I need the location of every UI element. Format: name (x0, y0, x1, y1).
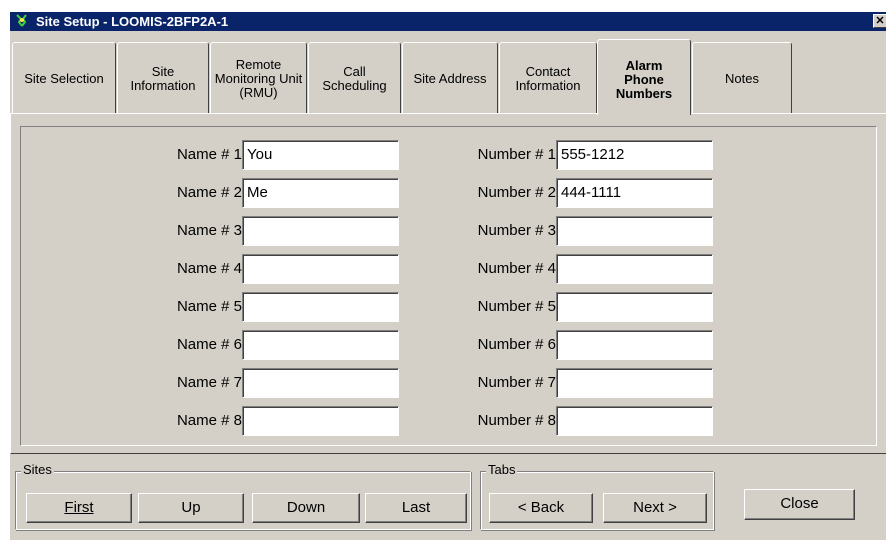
name-field-5[interactable] (242, 292, 399, 322)
phone-numbers-panel: Name # 1 You Number # 1 555-1212 Name # … (20, 126, 877, 446)
tab-remote-monitoring-unit[interactable]: Remote Monitoring Unit (RMU) (210, 42, 307, 114)
title-bar[interactable]: Site Setup - LOOMIS-2BFP2A-1 ✕ (10, 12, 886, 31)
tabs-group-legend: Tabs (486, 462, 518, 477)
sites-group-legend: Sites (21, 462, 54, 477)
name-label-6: Name # 6 (176, 336, 242, 353)
tab-site-address[interactable]: Site Address (402, 42, 498, 114)
tab-site-information[interactable]: Site Information (117, 42, 209, 114)
name-field-3[interactable] (242, 216, 399, 246)
name-field-8[interactable] (242, 406, 399, 436)
number-label-6: Number # 6 (477, 336, 556, 353)
name-field-6[interactable] (242, 330, 399, 360)
window-title: Site Setup - LOOMIS-2BFP2A-1 (36, 14, 229, 29)
number-field-7[interactable] (556, 368, 713, 398)
tabs-group: Tabs < Back Next > (480, 463, 714, 530)
last-button[interactable]: Last (365, 493, 467, 523)
name-label-5: Name # 5 (176, 298, 242, 315)
tab-site-selection[interactable]: Site Selection (12, 42, 116, 114)
number-label-2: Number # 2 (477, 184, 556, 201)
number-field-3[interactable] (556, 216, 713, 246)
up-button[interactable]: Up (138, 493, 244, 523)
tab-notes[interactable]: Notes (692, 42, 792, 114)
number-field-5[interactable] (556, 292, 713, 322)
sites-group: Sites First Up Down Last (15, 463, 471, 530)
tab-page-alarm-phone-numbers: Name # 1 You Number # 1 555-1212 Name # … (10, 113, 886, 454)
down-button-label: Down (286, 499, 326, 516)
name-label-4: Name # 4 (176, 260, 242, 277)
name-field-7[interactable] (242, 368, 399, 398)
number-field-2[interactable]: 444-1111 (556, 178, 713, 208)
number-field-4[interactable] (556, 254, 713, 284)
name-label-3: Name # 3 (176, 222, 242, 239)
next-button[interactable]: Next > (603, 493, 707, 523)
name-field-2[interactable]: Me (242, 178, 399, 208)
down-button[interactable]: Down (252, 493, 360, 523)
name-label-7: Name # 7 (176, 374, 242, 391)
name-label-2: Name # 2 (176, 184, 242, 201)
close-button[interactable]: Close (744, 489, 855, 520)
network-globe-icon (14, 13, 30, 29)
name-label-8: Name # 8 (176, 412, 242, 429)
site-setup-window: Site Setup - LOOMIS-2BFP2A-1 ✕ Site Sele… (9, 11, 886, 540)
last-button-label: Last (401, 499, 431, 516)
number-label-7: Number # 7 (477, 374, 556, 391)
number-label-5: Number # 5 (477, 298, 556, 315)
next-button-label: Next > (633, 499, 677, 516)
number-label-8: Number # 8 (477, 412, 556, 429)
tab-contact-information[interactable]: Contact Information (499, 42, 597, 114)
name-field-1[interactable]: You (242, 140, 399, 170)
number-label-1: Number # 1 (477, 146, 556, 163)
tab-alarm-phone-numbers[interactable]: Alarm Phone Numbers (597, 39, 691, 115)
number-field-8[interactable] (556, 406, 713, 436)
number-field-1[interactable]: 555-1212 (556, 140, 713, 170)
first-button[interactable]: First (26, 493, 132, 523)
name-label-1: Name # 1 (176, 146, 242, 163)
back-button-label: < Back (517, 499, 565, 516)
number-label-4: Number # 4 (477, 260, 556, 277)
number-label-3: Number # 3 (477, 222, 556, 239)
number-field-6[interactable] (556, 330, 713, 360)
window-close-icon[interactable]: ✕ (873, 14, 886, 28)
tab-call-scheduling[interactable]: Call Scheduling (308, 42, 401, 114)
up-button-label: Up (181, 499, 201, 516)
first-button-label: First (64, 499, 94, 516)
back-button[interactable]: < Back (489, 493, 593, 523)
name-field-4[interactable] (242, 254, 399, 284)
